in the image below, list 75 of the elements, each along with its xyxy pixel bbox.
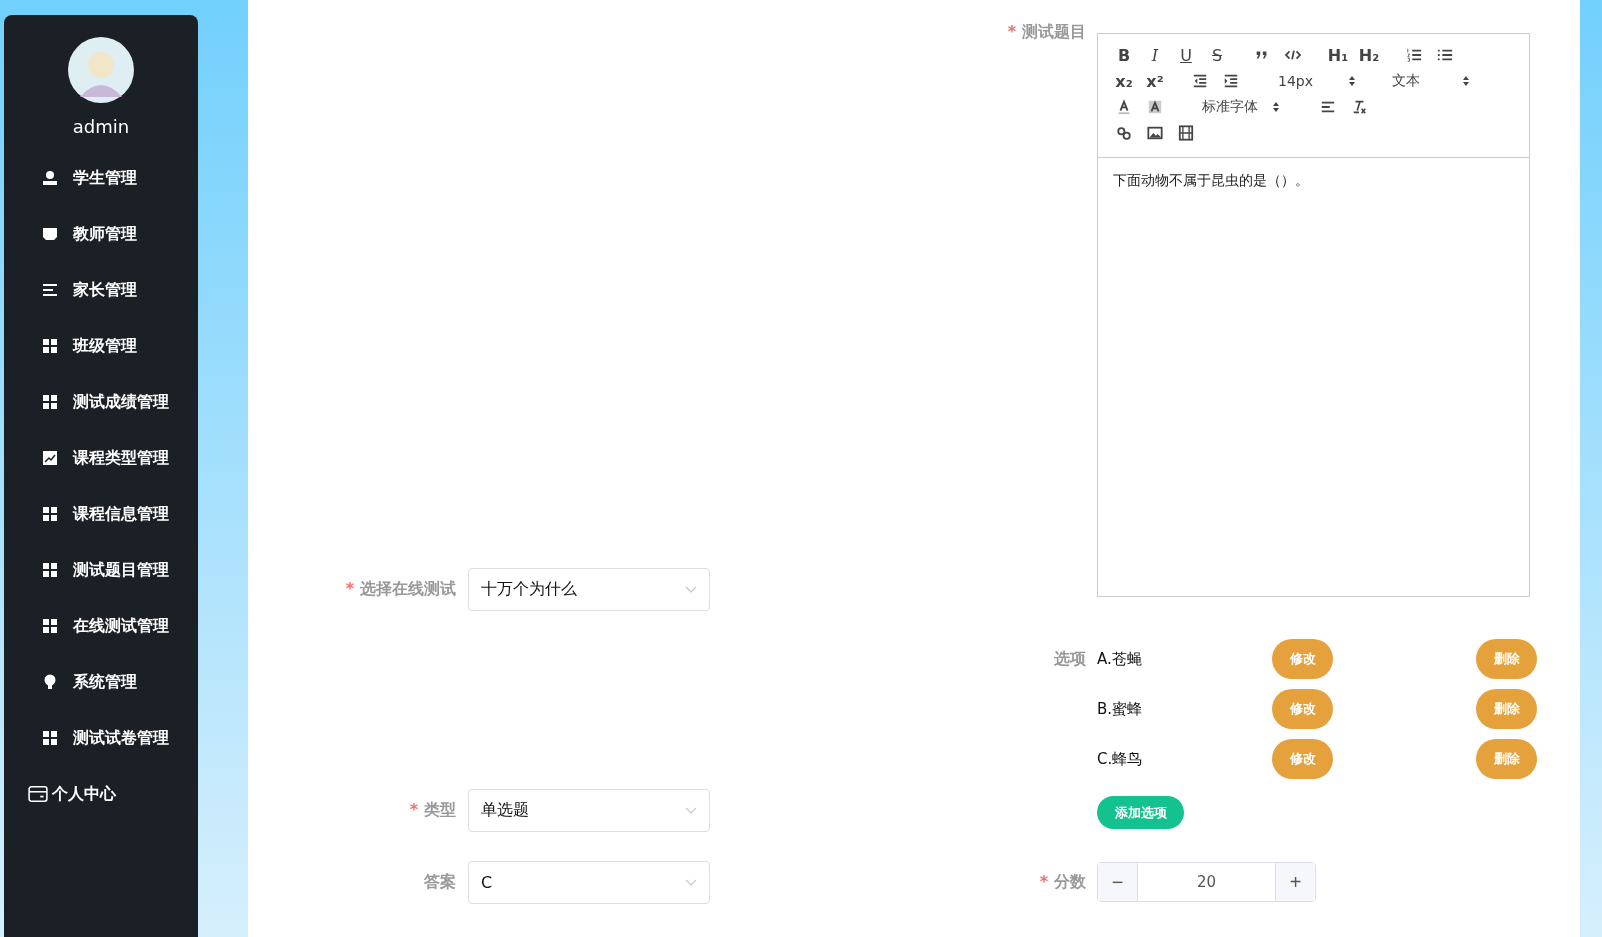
format-button[interactable]: I bbox=[1141, 43, 1169, 67]
format-button[interactable]: x² bbox=[1141, 69, 1169, 93]
required-mark: * bbox=[1007, 22, 1016, 41]
required-mark: * bbox=[1039, 871, 1048, 891]
format-button[interactable]: B bbox=[1110, 43, 1138, 67]
chevron-down-icon bbox=[685, 585, 697, 594]
option-text: A.苍蝇 bbox=[1097, 649, 1143, 669]
format-button[interactable]: H₁ bbox=[1324, 43, 1352, 67]
video-icon bbox=[1178, 125, 1194, 141]
outdent-icon bbox=[1192, 73, 1208, 89]
grid-icon bbox=[42, 506, 58, 522]
field-label: 分数 bbox=[1054, 871, 1086, 891]
image-icon bbox=[1147, 125, 1163, 141]
avatar[interactable] bbox=[68, 37, 134, 103]
monitor-icon bbox=[42, 226, 58, 242]
format-picker[interactable]: 14px bbox=[1262, 69, 1362, 93]
grid-icon bbox=[42, 338, 58, 354]
menu-item[interactable]: 班级管理 bbox=[4, 318, 198, 374]
menu-item[interactable]: 测试题目管理 bbox=[4, 542, 198, 598]
sort-icon bbox=[1462, 75, 1470, 87]
increment-button[interactable]: + bbox=[1275, 863, 1315, 901]
option-text: C.蜂鸟 bbox=[1097, 749, 1144, 769]
field-label: 答案 bbox=[424, 872, 456, 891]
format-button[interactable]: U bbox=[1172, 43, 1200, 67]
menu-item[interactable]: 课程类型管理 bbox=[4, 430, 198, 486]
menu-item[interactable]: 在线测试管理 bbox=[4, 598, 198, 654]
editor-text[interactable]: 下面动物不属于昆虫的是（）。 bbox=[1098, 158, 1529, 204]
menu-item[interactable]: 教师管理 bbox=[4, 206, 198, 262]
field-label: 选项 bbox=[1053, 649, 1086, 670]
format-button[interactable]: S bbox=[1203, 43, 1231, 67]
field-label: 类型 bbox=[424, 800, 456, 819]
grid-icon bbox=[42, 618, 58, 634]
field-label: 测试题目 bbox=[1022, 22, 1086, 41]
grid-icon bbox=[42, 394, 58, 410]
user-name: admin bbox=[72, 116, 130, 137]
required-mark: * bbox=[345, 579, 354, 598]
number-field[interactable]: 20 bbox=[1138, 863, 1275, 901]
indent-icon bbox=[1223, 73, 1239, 89]
required-mark: * bbox=[409, 800, 418, 819]
align-icon bbox=[1320, 99, 1336, 115]
option-text: B.蜜蜂 bbox=[1097, 699, 1144, 719]
field-label: 选择在线测试 bbox=[360, 579, 456, 598]
menu-item[interactable]: 学生管理 bbox=[4, 150, 198, 206]
sort-icon bbox=[1348, 75, 1356, 87]
format-button[interactable]: H₂ bbox=[1355, 43, 1383, 67]
select-field[interactable]: C bbox=[468, 861, 710, 904]
sort-icon bbox=[1272, 101, 1280, 113]
menu-item[interactable]: 个人中心 bbox=[4, 766, 198, 822]
clear-format-icon bbox=[1351, 99, 1367, 115]
link-icon bbox=[1116, 125, 1132, 141]
grid-icon bbox=[42, 562, 58, 578]
grid-icon bbox=[42, 730, 58, 746]
list-icon bbox=[42, 282, 58, 298]
ordered-list-icon bbox=[1406, 47, 1422, 63]
format-button[interactable]: x₂ bbox=[1110, 69, 1138, 93]
text-color-icon bbox=[1116, 99, 1132, 115]
decrement-button[interactable]: − bbox=[1098, 863, 1138, 901]
select-field[interactable]: 十万个为什么 bbox=[468, 568, 710, 611]
menu-item[interactable]: 家长管理 bbox=[4, 262, 198, 318]
bullet-list-icon bbox=[1437, 47, 1453, 63]
menu-item[interactable]: 课程信息管理 bbox=[4, 486, 198, 542]
menu-item[interactable]: 系统管理 bbox=[4, 654, 198, 710]
wallet-icon bbox=[28, 785, 48, 803]
code-icon bbox=[1285, 47, 1301, 63]
user-icon bbox=[42, 170, 58, 186]
chevron-down-icon bbox=[685, 878, 697, 887]
select-field[interactable]: 单选题 bbox=[468, 789, 710, 832]
menu-item[interactable]: 测试试卷管理 bbox=[4, 710, 198, 766]
chevron-down-icon bbox=[685, 806, 697, 815]
bulb-icon bbox=[42, 674, 58, 690]
menu-item[interactable]: 测试成绩管理 bbox=[4, 374, 198, 430]
chart-icon bbox=[42, 450, 58, 466]
format-picker[interactable]: 文本 bbox=[1376, 69, 1476, 93]
highlight-icon bbox=[1147, 99, 1163, 115]
format-picker[interactable]: 标准字体 bbox=[1186, 95, 1286, 119]
